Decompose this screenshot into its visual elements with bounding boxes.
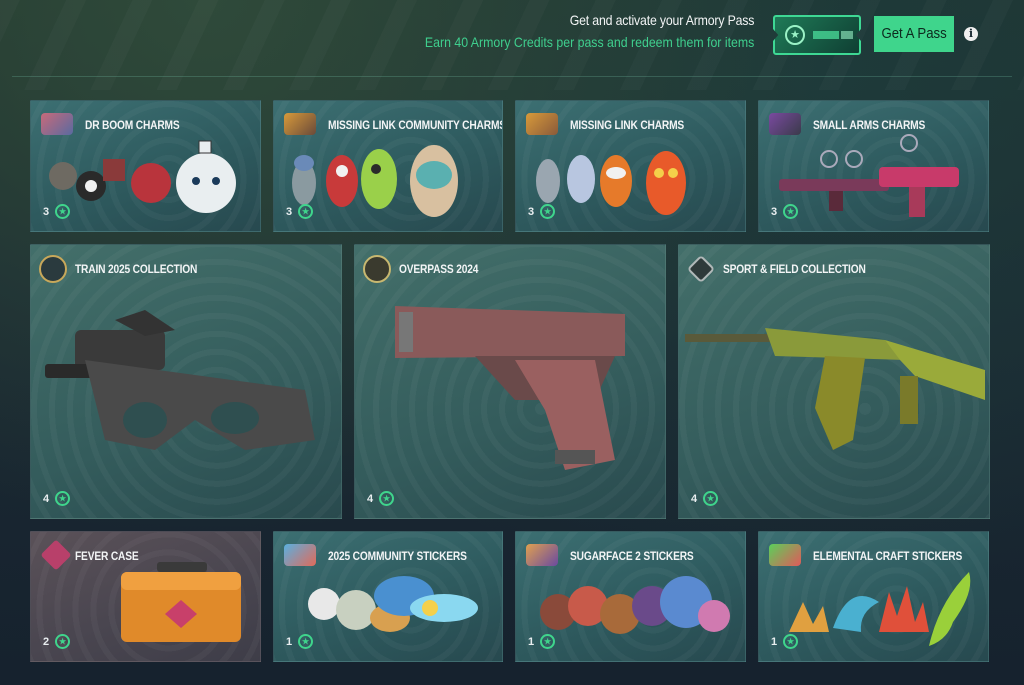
cost-badge: 1 ★ [528, 634, 556, 649]
item-card-overpass-2024[interactable]: Overpass 2024 4 ★ [354, 244, 666, 519]
armory-star-icon: ★ [55, 204, 71, 219]
item-card-sugarface-2-stickers[interactable]: Sugarface 2 Stickers 1 ★ [515, 531, 746, 662]
card-title: Missing Link Community Charms [328, 118, 503, 132]
sticker-icon [284, 544, 316, 566]
promo-subtitle: Earn 40 Armory Credits per pass and rede… [424, 34, 754, 50]
armory-star-icon: ★ [298, 204, 314, 219]
promo-title: Get and activate your Armory Pass [569, 12, 754, 28]
cost-badge: 3 ★ [43, 204, 71, 219]
cost-badge: 1 ★ [286, 634, 314, 649]
stickers-artwork [308, 576, 478, 632]
cost-badge: 4 ★ [43, 491, 71, 506]
armory-star-icon: ★ [55, 491, 71, 506]
weapon-case-artwork [121, 562, 241, 642]
item-card-small-arms-charms[interactable]: Small Arms Charms 3 ★ [758, 100, 989, 232]
get-a-pass-button[interactable]: Get A Pass [874, 16, 954, 52]
info-icon[interactable]: i [964, 27, 978, 41]
card-title: Overpass 2024 [399, 262, 479, 276]
cost-badge: 3 ★ [528, 204, 556, 219]
armory-pass-ticket-icon: ★ [773, 15, 861, 55]
armory-star-icon: ★ [379, 491, 395, 506]
card-title: Missing Link Charms [570, 118, 685, 132]
item-card-missing-link-community-charms[interactable]: Missing Link Community Charms 3 ★ [273, 100, 503, 232]
card-title: Train 2025 Collection [75, 262, 198, 276]
cost-badge: 3 ★ [286, 204, 314, 219]
armory-star-icon: ★ [783, 634, 799, 649]
ak47-weapon-artwork [685, 328, 985, 450]
charms-artwork [292, 145, 458, 217]
card-title: Small Arms Charms [813, 118, 926, 132]
cost-badge: 3 ★ [771, 204, 799, 219]
armory-star-icon: ★ [783, 204, 799, 219]
promo-text: Get and activate your Armory Pass Earn 4… [380, 12, 755, 50]
collection-emblem-icon [39, 255, 67, 283]
item-card-missing-link-charms[interactable]: Missing Link Charms 3 ★ [515, 100, 746, 232]
item-card-dr-boom-charms[interactable]: Dr Boom Charms 3 ★ [30, 100, 261, 232]
collection-emblem-icon [363, 255, 391, 283]
item-card-elemental-craft-stickers[interactable]: Elemental Craft Stickers 1 ★ [758, 531, 989, 662]
card-title: Sugarface 2 Stickers [570, 549, 694, 563]
armory-star-icon: ★ [540, 634, 556, 649]
cost-badge: 1 ★ [771, 634, 799, 649]
charms-artwork [49, 140, 236, 213]
armory-star-icon: ★ [298, 634, 314, 649]
charms-artwork [779, 134, 959, 217]
card-title: Elemental Craft Stickers [813, 549, 963, 563]
card-title: Dr Boom Charms [85, 118, 180, 132]
armory-pass-banner: Get and activate your Armory Pass Earn 4… [0, 0, 1024, 80]
divider [12, 76, 1012, 77]
item-card-2025-community-stickers[interactable]: 2025 Community Stickers 1 ★ [273, 531, 503, 662]
glock-weapon-artwork [395, 306, 625, 470]
sticker-icon [526, 544, 558, 566]
card-title: Sport & Field Collection [723, 262, 866, 276]
armory-star-icon: ★ [540, 204, 556, 219]
p90-weapon-artwork [45, 310, 315, 450]
stickers-artwork [540, 576, 730, 634]
star-icon: ★ [785, 25, 805, 45]
armory-star-icon: ★ [55, 634, 71, 649]
item-card-train-2025-collection[interactable]: Train 2025 Collection 4 ★ [30, 244, 342, 519]
cost-badge: 4 ★ [691, 491, 719, 506]
cost-badge: 2 ★ [43, 634, 71, 649]
item-card-fever-case[interactable]: Fever Case 2 ★ [30, 531, 261, 662]
card-title: 2025 Community Stickers [328, 549, 467, 563]
item-card-sport-field-collection[interactable]: Sport & Field Collection 4 ★ [678, 244, 990, 519]
armory-star-icon: ★ [703, 491, 719, 506]
charms-artwork [536, 151, 686, 215]
stickers-artwork [789, 572, 971, 646]
cost-badge: 4 ★ [367, 491, 395, 506]
